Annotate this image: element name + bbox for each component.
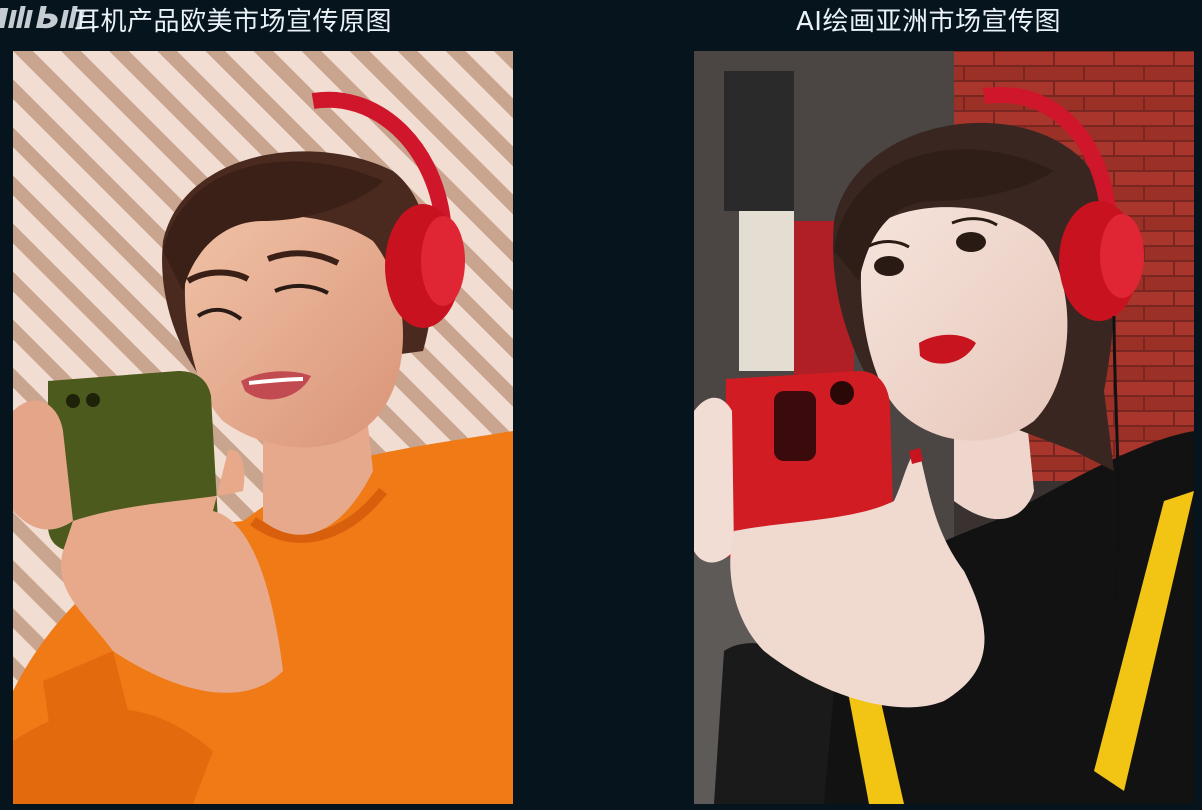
woman-orange-sweater-illustration: [13, 51, 513, 804]
original-photo: [13, 51, 513, 804]
woman-black-hoodie-illustration: [694, 51, 1194, 804]
right-panel-title: AI绘画亚洲市场宣传图: [796, 7, 1061, 37]
left-panel-title: 耳机产品欧美市场宣传原图: [74, 7, 393, 37]
ai-generated-image: [694, 51, 1194, 804]
